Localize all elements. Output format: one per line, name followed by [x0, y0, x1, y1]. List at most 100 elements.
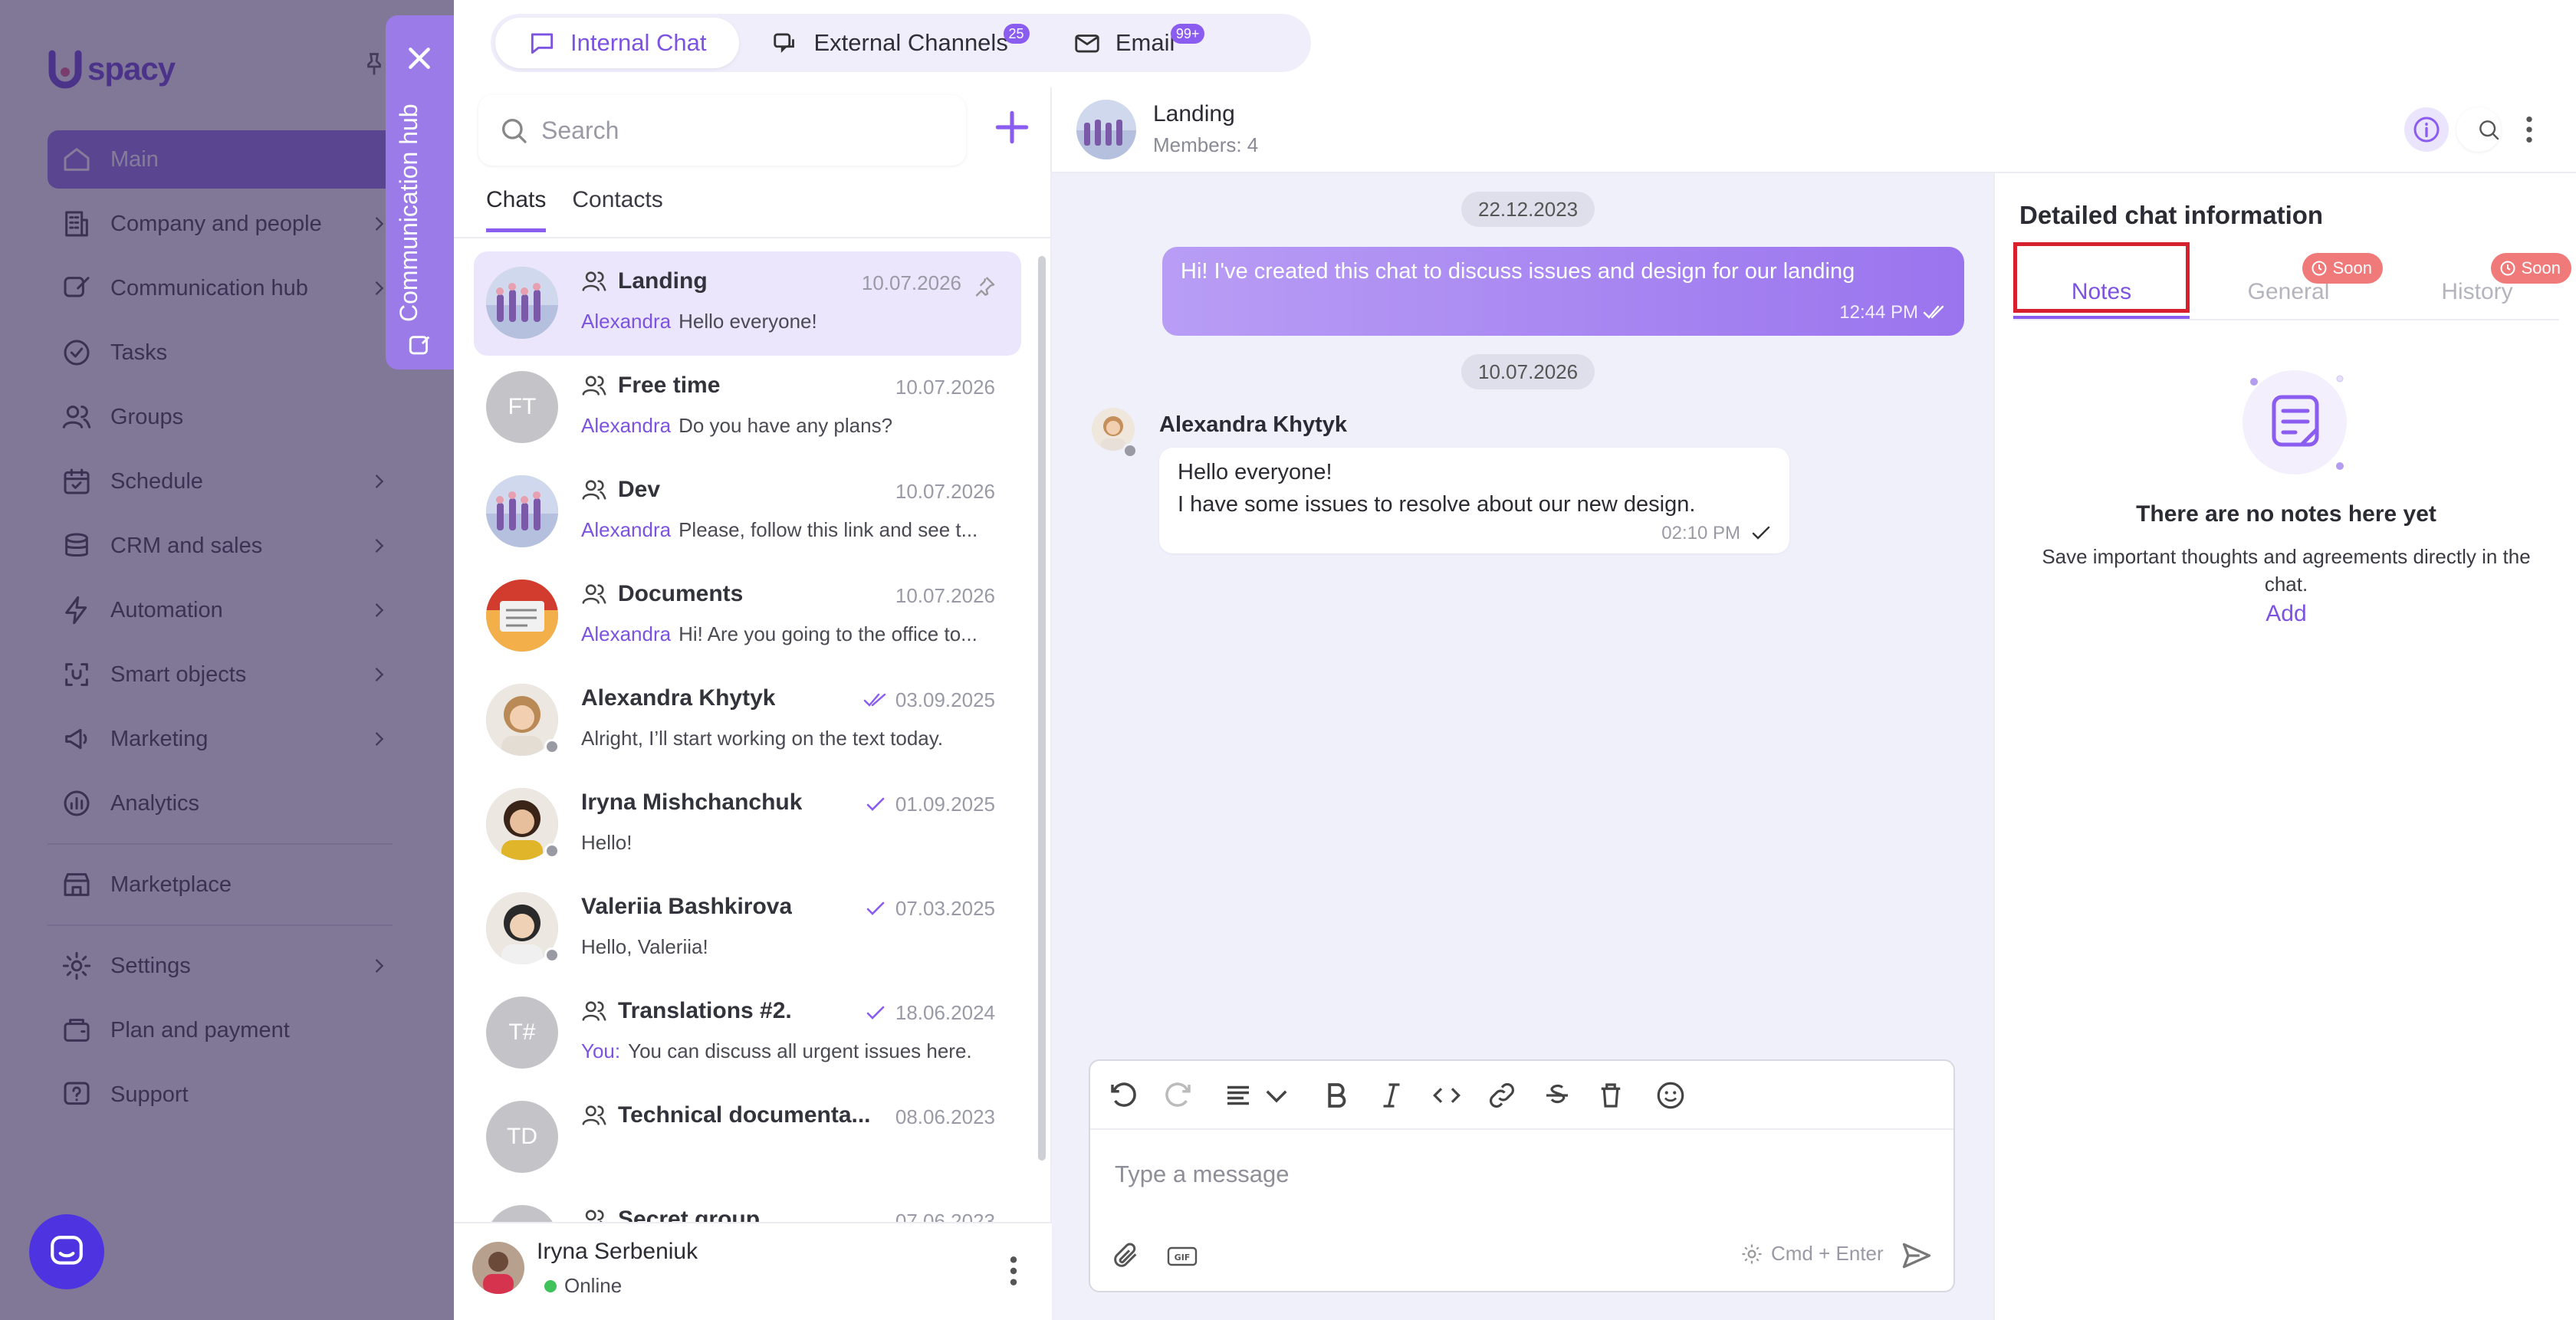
chat-name-text: Valeriia Bashkirova	[581, 894, 793, 919]
chat-name: Translations #2.	[581, 998, 792, 1024]
conversation-header: Landing Members: 4	[1052, 87, 2576, 173]
divider	[454, 237, 1052, 238]
chat-name-text: Free time	[618, 373, 721, 398]
formatting-toolbar	[1090, 1061, 1953, 1130]
link-icon[interactable]	[1486, 1079, 1518, 1111]
chat-list-item[interactable]: Iryna Mishchanchuk 01.09.2025 Hello!	[474, 773, 1021, 877]
avatar[interactable]	[472, 1242, 524, 1294]
add-note-link[interactable]: Add	[1995, 601, 2576, 627]
online-dot	[544, 1279, 557, 1292]
redo-icon[interactable]	[1162, 1079, 1194, 1111]
strikethrough-icon[interactable]	[1541, 1079, 1573, 1111]
preview-author: Alexandra	[581, 414, 672, 437]
members-count: Members: 4	[1153, 133, 1259, 156]
chat-name: Dev	[581, 477, 660, 503]
message-sender[interactable]: Alexandra Khytyk	[1159, 412, 1347, 438]
preview-text: Hi! Are you going to the office to...	[678, 622, 978, 645]
chevron-down-icon[interactable]	[1260, 1079, 1293, 1111]
communication-hub-label: Communication hub	[395, 103, 422, 322]
preview-text: You can discuss all urgent issues here.	[628, 1039, 972, 1062]
attachment-icon[interactable]	[1110, 1240, 1141, 1271]
chat-list-item[interactable]: Valeriia Bashkirova 07.03.2025 Hello, Vale…	[474, 877, 1021, 981]
avatar[interactable]	[486, 475, 558, 547]
search-conversation-button[interactable]	[2456, 107, 2501, 152]
chat-date-text: 10.07.2026	[895, 480, 995, 503]
outgoing-message[interactable]: Hi! I've created this chat to discuss is…	[1162, 247, 1964, 336]
send-shortcut-hint[interactable]: Cmd + Enter	[1740, 1242, 1884, 1266]
bold-icon[interactable]	[1320, 1079, 1352, 1111]
chat-list-item[interactable]: Landing 10.07.2026 Alexandra Hello everyone…	[474, 251, 1021, 356]
avatar[interactable]	[486, 580, 558, 652]
help-chat-button[interactable]	[29, 1214, 104, 1289]
message-composer: GIF Cmd + Enter	[1089, 1059, 1955, 1292]
gear-icon	[1742, 1244, 1762, 1263]
tab-internal-chat[interactable]: Internal Chat	[495, 18, 739, 68]
message-input[interactable]	[1115, 1161, 1927, 1188]
divider	[2013, 319, 2559, 320]
chat-list-item[interactable]: TD Technical documenta... 08.06.2023	[474, 1085, 1021, 1190]
avatar[interactable]: TD	[486, 1101, 558, 1173]
avatar-initials: FT	[508, 394, 537, 419]
group-photo-icon	[486, 267, 558, 339]
chat-date: 03.09.2025	[863, 688, 995, 712]
code-icon[interactable]	[1431, 1079, 1463, 1111]
chat-list-item[interactable]: Documents 10.07.2026 Alexandra Hi! Are you …	[474, 564, 1021, 668]
soon-badge: Soon	[2302, 253, 2383, 284]
preview-author: You:	[581, 1039, 621, 1062]
info-icon	[2413, 117, 2440, 143]
emoji-icon[interactable]	[1654, 1079, 1687, 1111]
italic-icon[interactable]	[1375, 1079, 1408, 1111]
tab-email[interactable]: Email 99+	[1040, 18, 1208, 68]
check-icon	[866, 901, 885, 915]
date-separator: 22.12.2023	[1461, 192, 1595, 227]
tab-chats[interactable]: Chats	[486, 187, 547, 232]
undo-icon[interactable]	[1107, 1079, 1139, 1111]
chat-list-item[interactable]: FT Free time 10.07.2026 Alexandra Do you hav…	[474, 356, 1021, 460]
tab-history[interactable]: History Soon	[2389, 245, 2571, 319]
avatar[interactable]: FT	[486, 371, 558, 443]
pin-icon[interactable]	[972, 274, 997, 299]
trash-icon[interactable]	[1595, 1079, 1627, 1111]
chat-name: Alexandra Khytyk	[581, 685, 775, 711]
avatar[interactable]	[486, 267, 558, 339]
chat-date: 10.07.2026	[895, 584, 995, 608]
align-icon[interactable]	[1222, 1079, 1254, 1111]
gif-icon[interactable]: GIF	[1167, 1245, 1198, 1268]
chat-name-text: Iryna Mishchanchuk	[581, 790, 803, 815]
search-box[interactable]	[478, 95, 966, 166]
preview-author: Alexandra	[581, 518, 672, 541]
preview-text: Alright, I’ll start working on the text …	[581, 727, 944, 750]
communication-hub-tab[interactable]: Communication hub	[386, 15, 455, 369]
chat-list-item[interactable]: Alexandra Khytyk 03.09.2025 Alright, I’ll …	[474, 668, 1021, 773]
chat-name: Landing	[581, 268, 708, 294]
chat-date: 10.07.2026	[895, 376, 995, 399]
avatar[interactable]	[1076, 100, 1136, 159]
avatar[interactable]: T#	[486, 997, 558, 1069]
chat-list-item[interactable]: T# Translations #2. 18.06.2024 You: You can …	[474, 981, 1021, 1085]
chat-date-text: 03.09.2025	[895, 688, 995, 711]
chat-preview: Hello!	[581, 831, 995, 855]
close-icon[interactable]	[404, 43, 435, 74]
chat-list-item[interactable]: Dev 10.07.2026 Alexandra Please, follow thi…	[474, 460, 1021, 564]
more-options-button[interactable]	[2507, 107, 2551, 152]
search-input[interactable]	[541, 116, 955, 145]
chat-list-scrollbar[interactable]	[1038, 256, 1046, 1161]
preview-text: Hello!	[581, 831, 632, 854]
empty-state-description: Save important thoughts and agreements d…	[2042, 545, 2531, 596]
incoming-message[interactable]: Hello everyone! I have some issues to re…	[1159, 448, 1789, 553]
message-text: Hi! I've created this chat to discuss is…	[1181, 259, 1855, 284]
tab-general[interactable]: General Soon	[2200, 245, 2383, 319]
preview-text: Please, follow this link and see t...	[678, 518, 978, 541]
group-icon	[582, 271, 606, 291]
new-chat-plus-icon[interactable]	[991, 106, 1033, 149]
chat-name: Technical documenta...	[581, 1102, 871, 1128]
more-vertical-icon[interactable]	[1004, 1254, 1023, 1288]
check-icon	[1752, 526, 1770, 540]
chat-date-text: 10.07.2026	[895, 376, 995, 399]
tab-external-channels[interactable]: External Channels 25	[739, 18, 1040, 68]
tab-contacts[interactable]: Contacts	[572, 187, 662, 232]
search-icon	[502, 119, 527, 143]
send-icon[interactable]	[1900, 1239, 1934, 1272]
info-button[interactable]	[2404, 107, 2449, 152]
status-dot	[544, 843, 560, 859]
